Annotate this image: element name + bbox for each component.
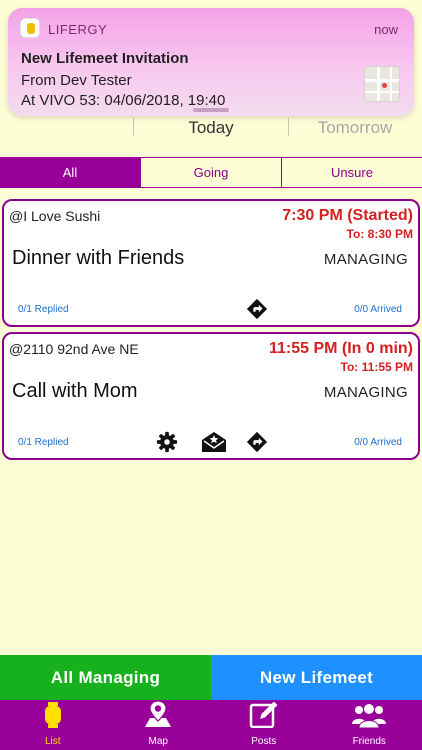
- gear-icon[interactable]: [155, 430, 179, 454]
- app-icon: [20, 18, 40, 38]
- tab-label: List: [44, 736, 61, 747]
- all-managing-button[interactable]: All Managing: [0, 655, 211, 700]
- event-time: 11:55 PM (In 0 min): [268, 340, 413, 357]
- event-role: MANAGING: [323, 384, 408, 401]
- tab-friends[interactable]: Friends: [317, 700, 422, 750]
- event-location: @I Love Sushi: [9, 208, 101, 224]
- replied-count[interactable]: 0/1 Replied: [18, 304, 69, 315]
- event-role: MANAGING: [323, 251, 408, 268]
- filter-tabs: All Going Unsure: [0, 157, 422, 188]
- replied-count[interactable]: 0/1 Replied: [18, 437, 69, 448]
- notification-time: now: [374, 22, 398, 37]
- tab-today[interactable]: Today: [134, 118, 288, 138]
- filter-unsure[interactable]: Unsure: [281, 158, 422, 187]
- compose-icon: [249, 700, 279, 733]
- filter-going[interactable]: Going: [140, 158, 281, 187]
- directions-icon[interactable]: [245, 430, 269, 454]
- action-bar: All Managing New Lifemeet: [0, 655, 422, 700]
- event-time: 7:30 PM (Started): [282, 207, 413, 224]
- tab-list[interactable]: List: [0, 700, 106, 750]
- event-card[interactable]: @I Love Sushi 7:30 PM (Started) To: 8:30…: [2, 199, 420, 327]
- arrived-count[interactable]: 0/0 Arrived: [354, 437, 402, 448]
- tab-map[interactable]: Map: [106, 700, 212, 750]
- directions-icon[interactable]: [245, 297, 269, 321]
- tab-label: Friends: [352, 736, 386, 747]
- event-end-time: To: 8:30 PM: [346, 227, 413, 241]
- notification-app-name: LIFERGY: [48, 22, 108, 37]
- notification-title: New Lifemeet Invitation: [21, 50, 189, 67]
- filter-all[interactable]: All: [0, 158, 140, 187]
- tab-label: Posts: [251, 736, 277, 747]
- invite-mail-icon[interactable]: [200, 430, 228, 454]
- map-pin-icon: [143, 700, 173, 733]
- tab-posts[interactable]: Posts: [211, 700, 317, 750]
- event-title: Call with Mom: [12, 380, 138, 402]
- friends-icon: [352, 702, 387, 733]
- event-end-time: To: 11:55 PM: [340, 360, 413, 374]
- map-thumbnail-icon: [364, 66, 400, 102]
- list-icon: [44, 702, 62, 733]
- notification-details: At VIVO 53: 04/06/2018, 19:40: [21, 92, 226, 109]
- arrived-count[interactable]: 0/0 Arrived: [354, 304, 402, 315]
- event-card[interactable]: @2110 92nd Ave NE 11:55 PM (In 0 min) To…: [2, 332, 420, 460]
- tab-label: Map: [148, 736, 168, 747]
- event-title: Dinner with Friends: [12, 247, 185, 269]
- event-location: @2110 92nd Ave NE: [9, 341, 139, 357]
- new-lifemeet-button[interactable]: New Lifemeet: [211, 655, 422, 700]
- notification-sender: From Dev Tester: [21, 72, 132, 89]
- tab-tomorrow[interactable]: Tomorrow: [288, 118, 422, 138]
- notification-handle[interactable]: [193, 108, 229, 112]
- notification-banner[interactable]: LIFERGY now New Lifemeet Invitation From…: [8, 8, 414, 116]
- tab-bar: List Map Posts Friends: [0, 700, 422, 750]
